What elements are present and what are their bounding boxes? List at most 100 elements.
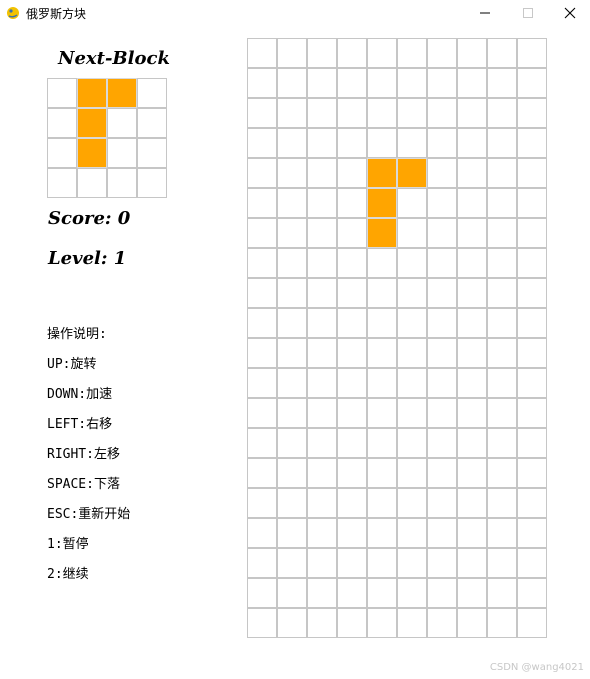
board-cell-filled <box>367 158 397 188</box>
board-cell <box>457 578 487 608</box>
board-cell <box>397 218 427 248</box>
board-cell <box>427 308 457 338</box>
board-cell <box>487 38 517 68</box>
board-cell <box>277 338 307 368</box>
board-cell <box>517 578 547 608</box>
board-cell <box>427 518 457 548</box>
board-cell <box>367 68 397 98</box>
board-cell <box>307 368 337 398</box>
board-cell <box>367 398 397 428</box>
board-cell <box>337 368 367 398</box>
help-line-left: LEFT:右移 <box>47 417 113 432</box>
board-cell <box>307 98 337 128</box>
close-button[interactable] <box>550 0 590 26</box>
board-cell <box>487 158 517 188</box>
board-cell <box>487 338 517 368</box>
preview-cell-filled <box>107 78 137 108</box>
next-block-title: Next-Block <box>58 48 170 69</box>
board-cell <box>487 578 517 608</box>
board-cell <box>367 518 397 548</box>
board-cell <box>337 98 367 128</box>
preview-cell <box>107 168 137 198</box>
board-cell <box>247 578 277 608</box>
preview-cell <box>137 168 167 198</box>
score-label: Score: 0 <box>48 208 131 229</box>
board-cell <box>277 428 307 458</box>
preview-cell <box>47 168 77 198</box>
board-cell-filled <box>367 218 397 248</box>
board-cell <box>487 68 517 98</box>
board-cell <box>247 458 277 488</box>
board-cell <box>457 248 487 278</box>
board-cell <box>397 518 427 548</box>
board-cell <box>427 368 457 398</box>
minimize-icon <box>480 12 490 14</box>
preview-cell <box>137 78 167 108</box>
minimize-button[interactable] <box>462 0 508 26</box>
board-cell <box>487 548 517 578</box>
board-cell <box>517 98 547 128</box>
board-cell <box>247 338 277 368</box>
board-cell <box>367 428 397 458</box>
board-cell <box>487 458 517 488</box>
preview-cell-filled <box>77 108 107 138</box>
board-cell <box>307 128 337 158</box>
board-cell <box>307 428 337 458</box>
board-cell <box>487 398 517 428</box>
board-cell <box>367 608 397 638</box>
board-cell <box>277 398 307 428</box>
board-cell <box>457 38 487 68</box>
maximize-button[interactable] <box>505 0 551 26</box>
board-cell <box>277 578 307 608</box>
help-line-up: UP:旋转 <box>47 357 97 372</box>
board-cell <box>367 128 397 158</box>
board-cell <box>397 128 427 158</box>
board-cell <box>307 338 337 368</box>
board-cell <box>517 398 547 428</box>
board-cell <box>367 278 397 308</box>
game-board[interactable] <box>247 38 548 639</box>
board-cell <box>247 38 277 68</box>
board-cell <box>247 278 277 308</box>
board-cell <box>457 518 487 548</box>
board-cell <box>487 488 517 518</box>
help-line-pause: 1:暂停 <box>47 537 89 552</box>
board-cell <box>337 518 367 548</box>
board-cell <box>517 488 547 518</box>
board-cell <box>457 68 487 98</box>
preview-cell <box>137 138 167 168</box>
board-cell <box>277 278 307 308</box>
board-cell <box>337 458 367 488</box>
board-cell <box>247 188 277 218</box>
preview-cell-filled <box>77 78 107 108</box>
board-cell <box>277 248 307 278</box>
board-cell <box>427 38 457 68</box>
board-cell <box>247 548 277 578</box>
board-cell <box>307 218 337 248</box>
board-cell <box>367 458 397 488</box>
board-cell <box>457 218 487 248</box>
board-cell <box>487 518 517 548</box>
board-cell <box>457 308 487 338</box>
board-cell <box>517 518 547 548</box>
board-cell <box>397 98 427 128</box>
board-cell <box>487 98 517 128</box>
board-cell <box>277 128 307 158</box>
board-cell <box>457 398 487 428</box>
board-cell <box>427 188 457 218</box>
board-cell <box>307 578 337 608</box>
board-cell <box>517 68 547 98</box>
board-cell <box>517 428 547 458</box>
board-cell <box>397 608 427 638</box>
board-cell <box>427 398 457 428</box>
board-cell <box>427 68 457 98</box>
board-cell <box>457 488 487 518</box>
preview-cell <box>137 108 167 138</box>
board-cell <box>247 68 277 98</box>
board-cell <box>397 368 427 398</box>
board-cell <box>307 518 337 548</box>
board-cell <box>397 68 427 98</box>
next-block-preview <box>47 78 168 199</box>
board-cell <box>457 608 487 638</box>
board-cell <box>247 518 277 548</box>
